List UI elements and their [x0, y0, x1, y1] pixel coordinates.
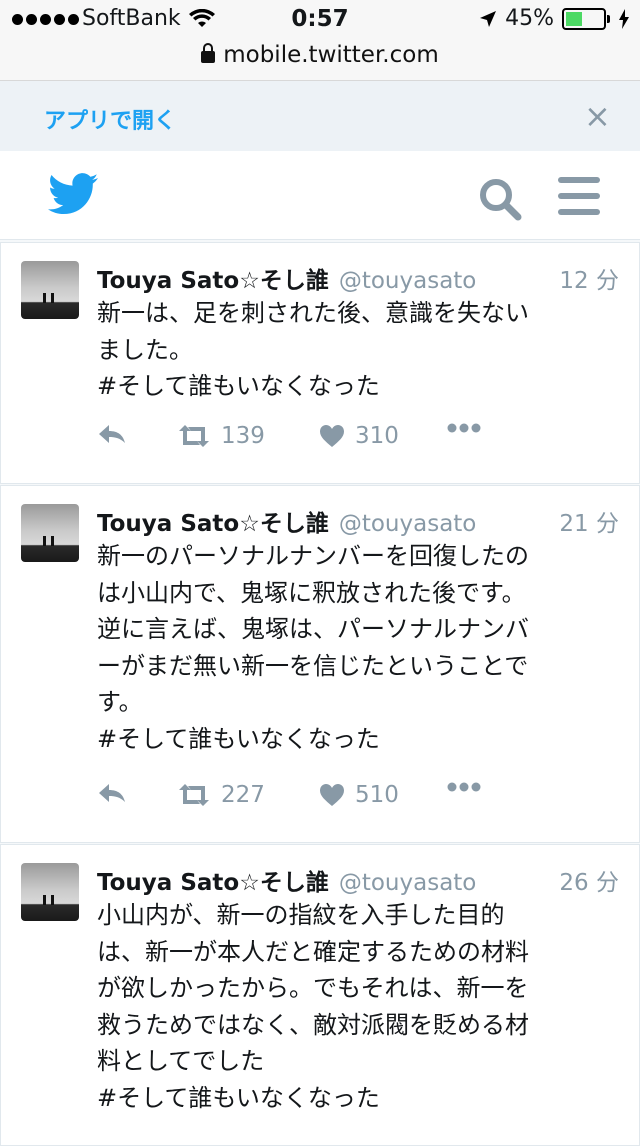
user-name[interactable]: Touya Sato☆そし誰: [97, 870, 329, 896]
tweet-line: 新一のパーソナルナンバーを回復したの: [97, 542, 529, 570]
status-bar: SoftBank 0:57 45% mobile.twitter.com: [0, 0, 640, 81]
like-button[interactable]: 310: [319, 423, 399, 449]
more-button[interactable]: [447, 782, 481, 792]
tweet-line: す。: [97, 688, 143, 716]
like-count: 510: [355, 782, 399, 808]
battery-area: 45%: [479, 6, 630, 31]
url-text: mobile.twitter.com: [223, 42, 439, 68]
tweet-header: Touya Sato☆そし誰 @touyasato 26 分: [97, 863, 627, 897]
retweet-icon: [179, 425, 209, 447]
top-header: [0, 151, 640, 240]
tweet-line: は小山内で、鬼塚に釈放された後です。: [97, 578, 526, 607]
more-button[interactable]: [447, 423, 481, 433]
address-bar[interactable]: mobile.twitter.com: [0, 42, 640, 68]
tweet-timestamp[interactable]: 21 分: [559, 504, 619, 538]
avatar[interactable]: [21, 863, 79, 921]
tweet[interactable]: Touya Sato☆そし誰 @touyasato 26 分 小山内が、新一の指紋…: [0, 844, 640, 1146]
user-handle[interactable]: @touyasato: [339, 268, 477, 294]
retweet-count: 227: [221, 782, 265, 808]
tweet-line: 救うためではなく、敵対派閥を貶める材: [97, 1010, 529, 1039]
avatar[interactable]: [21, 504, 79, 562]
tweet-line: 逆に言えば、鬼塚は、パーソナルナンバ: [97, 615, 529, 643]
tweet-line: ーがまだ無い新一を信じたということで: [97, 651, 529, 680]
retweet-icon: [179, 784, 209, 806]
lock-icon: [201, 43, 216, 63]
tweet-text: 小山内が、新一の指紋を入手した目的 は、新一が本人だと確定するための材料 が欲し…: [97, 897, 617, 1116]
close-banner-button[interactable]: ×: [584, 100, 611, 132]
tweet-header: Touya Sato☆そし誰 @touyasato 12 分: [97, 261, 627, 295]
tweet-header: Touya Sato☆そし誰 @touyasato 21 分: [97, 504, 627, 538]
tweet-text: 新一のパーソナルナンバーを回復したの は小山内で、鬼塚に釈放された後です。 逆に…: [97, 538, 617, 757]
user-name[interactable]: Touya Sato☆そし誰: [97, 268, 329, 294]
charging-bolt-icon: [619, 8, 629, 29]
tweet-line: ました。: [97, 335, 193, 364]
reply-icon: [99, 784, 125, 802]
reply-button[interactable]: [97, 782, 127, 804]
retweet-count: 139: [221, 423, 265, 449]
reply-icon: [99, 425, 125, 443]
tweet[interactable]: Touya Sato☆そし誰 @touyasato 21 分 新一のパーソナルナン…: [0, 485, 640, 843]
tweet-line: 新一は、足を刺された後、意識を失ない: [97, 299, 529, 327]
heart-icon: [320, 784, 344, 806]
tweet-actions: 227 510: [97, 782, 617, 818]
like-button[interactable]: 510: [319, 782, 399, 808]
heart-icon: [320, 425, 344, 447]
open-in-app-banner: アプリで開く ×: [0, 81, 640, 151]
hashtag[interactable]: #そして誰もいなくなった: [97, 1080, 617, 1117]
like-count: 310: [355, 423, 399, 449]
tweet-text: 新一は、足を刺された後、意識を失ない ました。 #そして誰もいなくなった: [97, 295, 617, 405]
user-handle[interactable]: @touyasato: [339, 870, 477, 896]
retweet-button[interactable]: 227: [177, 782, 265, 808]
retweet-button[interactable]: 139: [177, 423, 265, 449]
user-name[interactable]: Touya Sato☆そし誰: [97, 511, 329, 537]
user-handle[interactable]: @touyasato: [339, 511, 477, 537]
tweet-line: 料としてでした: [97, 1047, 265, 1075]
tweet-line: が欲しかったから。でもそれは、新一を: [97, 974, 529, 1002]
open-in-app-link[interactable]: アプリで開く: [44, 103, 176, 135]
avatar[interactable]: [21, 261, 79, 319]
reply-button[interactable]: [97, 423, 127, 445]
tweet-actions: 139 310: [97, 423, 617, 459]
battery-percent: 45%: [505, 6, 554, 31]
location-arrow-icon: [480, 10, 497, 27]
tweet[interactable]: Touya Sato☆そし誰 @touyasato 12 分 新一は、足を刺された…: [0, 242, 640, 484]
tweet-line: 小山内が、新一の指紋を入手した目的: [97, 901, 505, 929]
hashtag[interactable]: #そして誰もいなくなった: [97, 368, 617, 405]
battery-icon: [562, 7, 610, 30]
tweet-timestamp[interactable]: 12 分: [559, 261, 619, 295]
hashtag[interactable]: #そして誰もいなくなった: [97, 721, 617, 758]
menu-icon[interactable]: [558, 177, 602, 217]
search-icon[interactable]: [478, 177, 522, 221]
tweet-line: は、新一が本人だと確定するための材料: [97, 937, 529, 966]
more-icon: [447, 782, 481, 792]
tweet-timestamp[interactable]: 26 分: [559, 863, 619, 897]
more-icon: [447, 423, 481, 433]
twitter-bird-icon[interactable]: [48, 173, 98, 215]
